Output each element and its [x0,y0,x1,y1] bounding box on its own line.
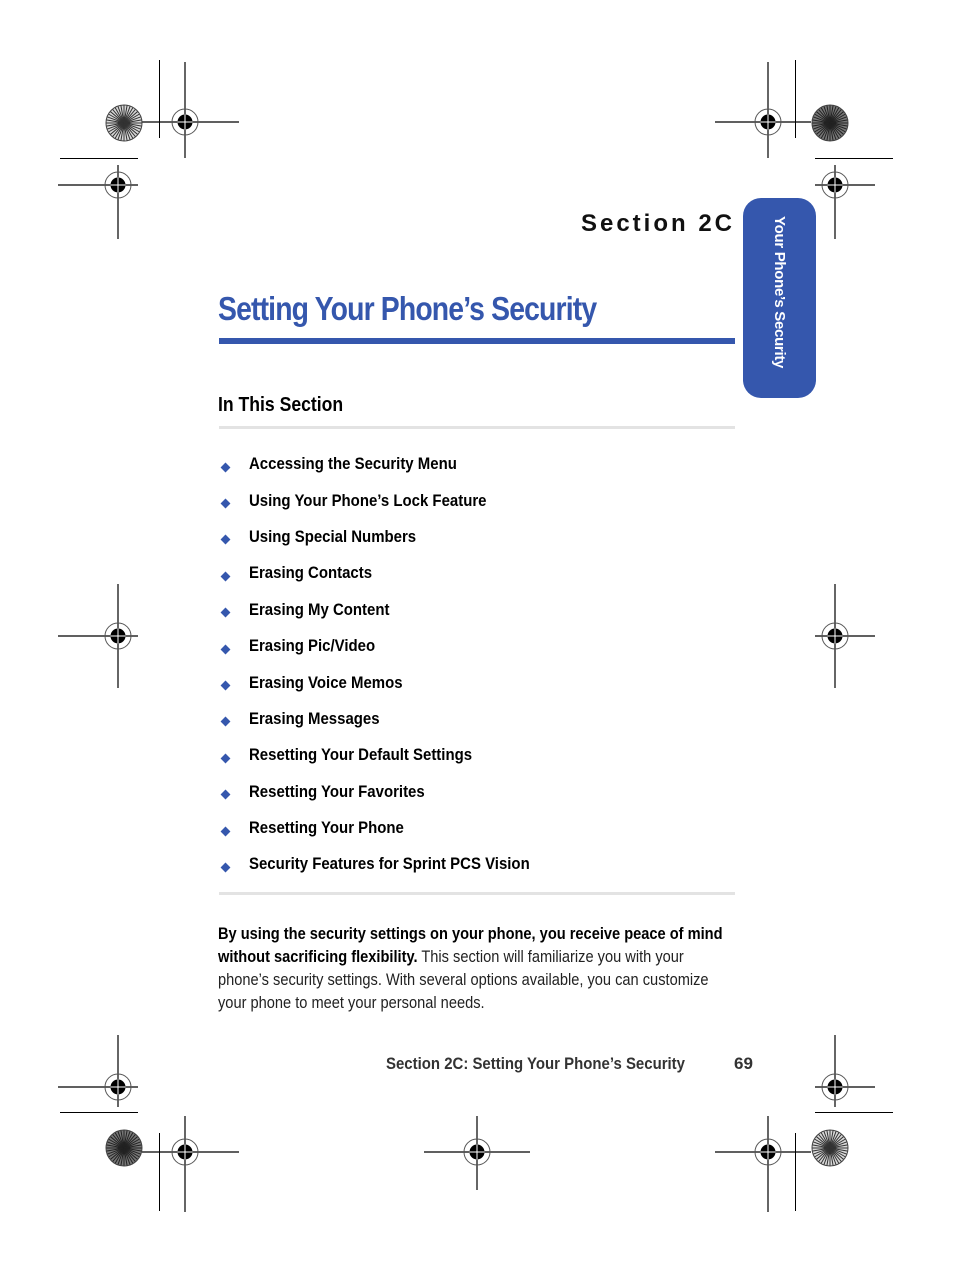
diamond-bullet-icon [220,571,231,582]
list-item: Erasing Voice Memos [219,664,735,700]
registration-mark-icon [58,576,178,696]
diamond-bullet-icon [220,462,231,473]
in-this-section-heading: In This Section [218,394,344,416]
list-item-text: Erasing Pic/Video [249,636,376,656]
title-rule [219,338,735,344]
color-target-icon [811,1129,849,1167]
list-item: Resetting Your Default Settings [219,737,735,773]
diamond-bullet-icon [220,607,231,618]
list-item: Accessing the Security Menu [219,446,735,482]
list-item: Erasing Messages [219,701,735,737]
registration-mark-icon [417,1092,537,1212]
list-item: Erasing Contacts [219,555,735,591]
registration-mark-icon [775,576,895,696]
side-tab: Your Phone’s Security [743,198,816,398]
intro-paragraph: By using the security settings on your p… [218,922,734,1014]
diamond-bullet-icon [220,535,231,545]
diamond-bullet-icon [220,716,231,727]
list-item: Using Special Numbers [219,519,735,555]
page-number: 69 [734,1054,753,1073]
diamond-bullet-icon [220,753,231,764]
list-item: Erasing Pic/Video [219,628,735,664]
section-contents-list: Accessing the Security Menu Using Your P… [219,446,735,883]
color-target-icon [105,104,143,142]
list-item-text: Using Special Numbers [249,526,417,546]
registration-mark-icon [58,125,178,245]
diamond-bullet-icon [220,862,231,873]
list-item: Resetting Your Favorites [219,774,735,810]
list-item-text: Erasing Messages [249,708,380,728]
registration-mark-icon [125,1092,245,1212]
registration-mark-icon [708,1092,828,1212]
page-title: Setting Your Phone’s Security [218,290,597,327]
list-item-text: Resetting Your Phone [249,818,404,838]
list-item-text: Erasing Voice Memos [249,672,403,692]
list-item: Resetting Your Phone [219,810,735,846]
color-target-icon [105,1129,143,1167]
footer-title: Section 2C: Setting Your Phone’s Securit… [386,1054,685,1073]
section-divider-bottom [219,892,735,895]
diamond-bullet-icon [220,680,231,691]
section-divider-top [219,426,735,429]
list-item: Using Your Phone’s Lock Feature [219,482,735,518]
color-target-icon [811,104,849,142]
list-item-text: Using Your Phone’s Lock Feature [249,490,487,510]
list-item: Erasing My Content [219,592,735,628]
list-item-text: Resetting Your Favorites [249,781,425,801]
diamond-bullet-icon [220,826,231,837]
diamond-bullet-icon [220,789,231,800]
list-item-text: Resetting Your Default Settings [249,745,473,765]
list-item-text: Erasing Contacts [249,563,373,583]
section-label: Section 2C [580,210,735,237]
side-tab-label: Your Phone’s Security [770,216,788,369]
diamond-bullet-icon [220,498,231,509]
list-item: Security Features for Sprint PCS Vision [219,846,735,882]
list-item-text: Security Features for Sprint PCS Vision [249,854,530,874]
list-item-text: Accessing the Security Menu [249,454,457,474]
list-item-text: Erasing My Content [249,599,390,619]
diamond-bullet-icon [220,644,231,655]
